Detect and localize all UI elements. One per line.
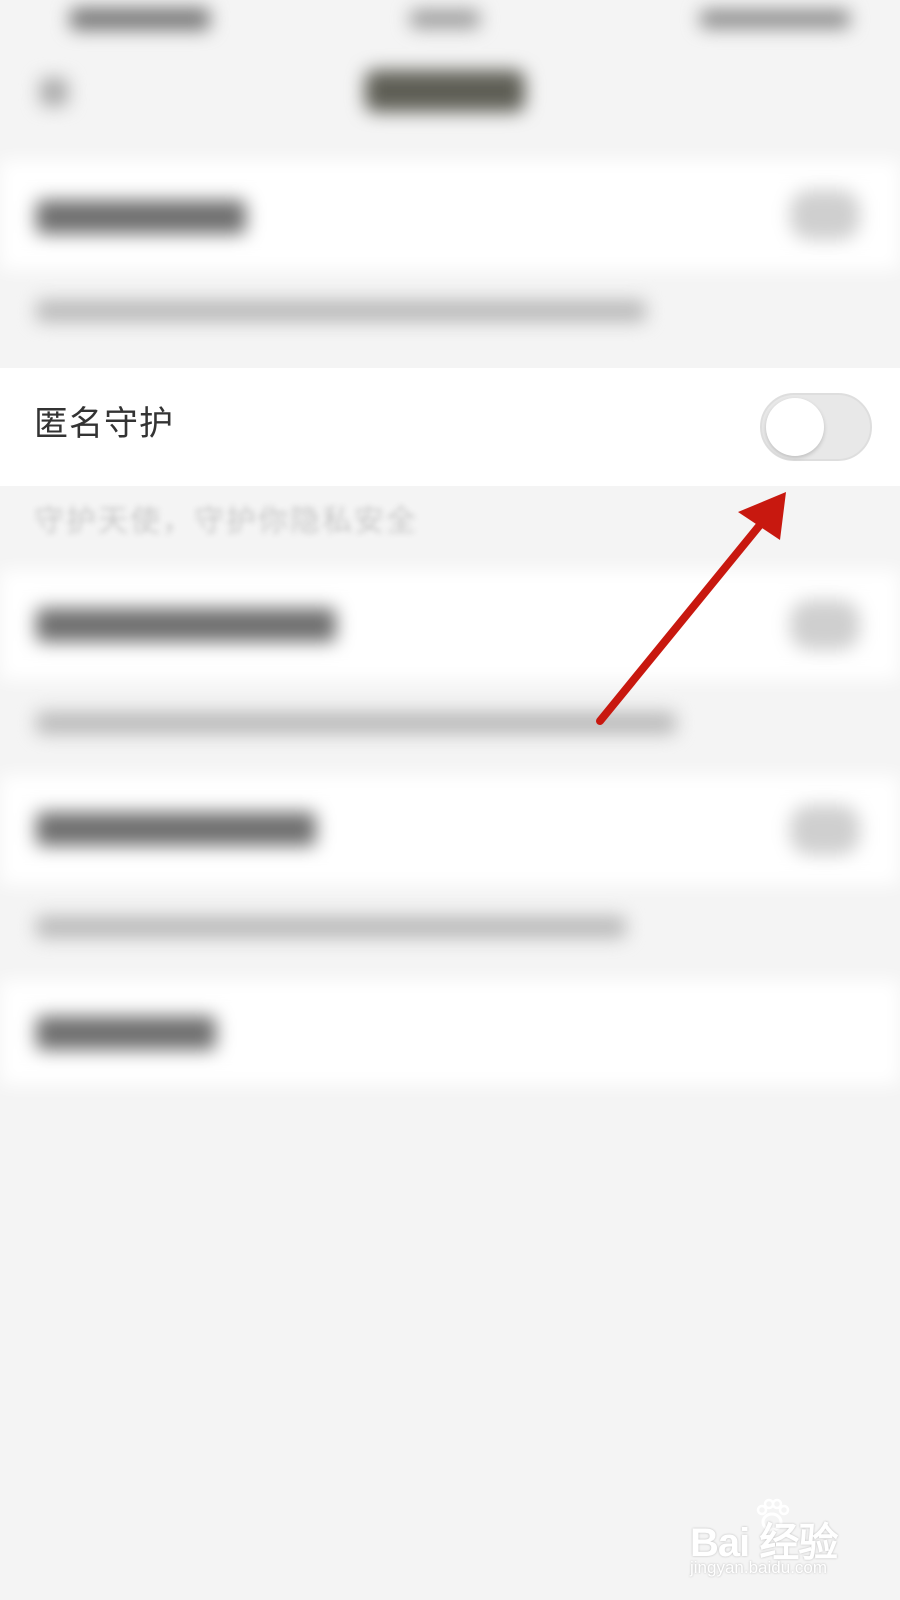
baidu-jingyan-watermark: Bai 经验 jingyan.baidu.com xyxy=(680,1498,880,1588)
watermark-url: jingyan.baidu.com xyxy=(690,1558,828,1577)
settings-screen: 匿名守护 守护天使，守护你隐私安全 Bai 经验 jingyan.baidu.c… xyxy=(0,0,900,1600)
toggle-knob xyxy=(766,398,824,456)
blurred-background xyxy=(0,0,900,1600)
anonymous-guard-label: 匿名守护 xyxy=(34,404,174,444)
anonymous-guard-toggle[interactable] xyxy=(760,393,872,461)
blurred-caption: 守护天使，守护你隐私安全 xyxy=(34,504,418,539)
anonymous-guard-row[interactable]: 匿名守护 xyxy=(0,368,900,486)
